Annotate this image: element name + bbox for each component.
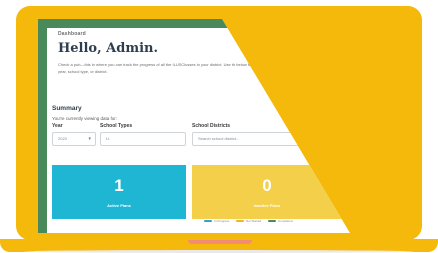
year-label: Year	[52, 123, 63, 129]
laptop-notch	[188, 240, 252, 244]
inactive-plans-count: 0	[262, 176, 272, 195]
active-plans-card[interactable]: 1 Active Plans	[52, 165, 186, 219]
legend-label-in-progress: In Progress	[214, 219, 230, 223]
active-plans-count: 1	[114, 176, 124, 195]
school-districts-label: School Districts	[192, 123, 231, 129]
legend-label-completed: Completed	[278, 219, 293, 223]
page-title: Hello, Admin.	[58, 41, 159, 56]
school-types-label: School Types	[100, 123, 133, 129]
school-types-value: Lt	[106, 136, 110, 141]
school-types-input[interactable]: Lt	[100, 132, 186, 146]
legend-swatch-completed	[268, 220, 276, 222]
summary-subtitle: You're currently viewing data for:	[52, 116, 117, 121]
legend-swatch-in-progress	[204, 220, 212, 222]
active-plans-caption: Active Plans	[107, 203, 131, 208]
legend-label-not-started: Not Started	[246, 219, 262, 223]
school-districts-placeholder: Search school district...	[198, 136, 240, 141]
summary-heading: Summary	[52, 105, 82, 112]
side-bar	[38, 28, 47, 233]
brand-label: Dashboard	[58, 31, 86, 37]
year-value: 2023	[58, 136, 67, 141]
inactive-plans-caption: Inactive Plans	[253, 203, 281, 208]
chevron-down-icon: ▾	[88, 136, 91, 142]
year-select[interactable]: 2023 ▾	[52, 132, 96, 146]
legend-swatch-not-started	[236, 220, 244, 222]
